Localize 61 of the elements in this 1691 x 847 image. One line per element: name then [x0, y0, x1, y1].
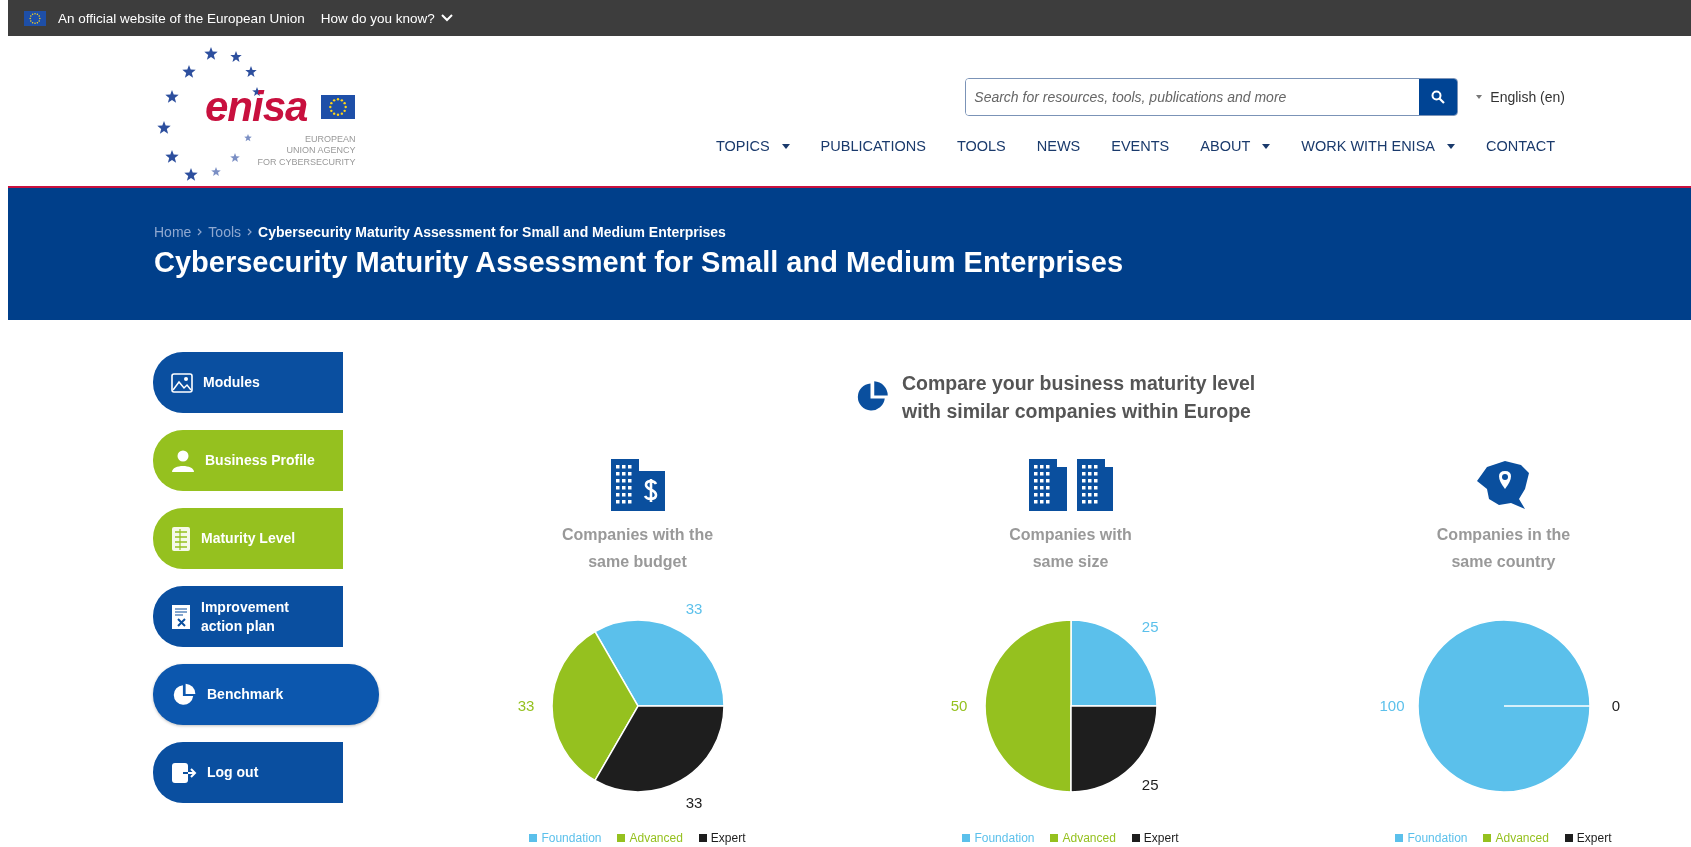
- chart-title: Companies with same size: [1008, 524, 1133, 572]
- eu-notice: An official website of the European Union: [58, 10, 305, 26]
- legend-item: Advanced: [617, 830, 683, 845]
- page-title: Cybersecurity Maturity Assessment for Small and Medium Enterprises: [154, 246, 1125, 279]
- legend-item: Expert: [1131, 830, 1179, 845]
- nav-link[interactable]: TOPICS: [715, 138, 790, 154]
- building-dollar-icon: [610, 458, 665, 511]
- value-label: 50: [950, 696, 967, 714]
- logo-tagline: UNION AGENCY: [286, 145, 356, 157]
- nav-link[interactable]: EVENTS: [1111, 138, 1170, 154]
- nav-link[interactable]: ABOUT: [1200, 138, 1271, 154]
- nav-link[interactable]: TOOLS: [956, 138, 1006, 154]
- nav-link[interactable]: NEWS: [1036, 138, 1081, 154]
- how-do-you-know-link[interactable]: How do you know?: [320, 10, 453, 26]
- chevron-icon: [197, 228, 203, 236]
- value-label: 0: [1611, 696, 1620, 714]
- caret-icon: [1476, 95, 1483, 99]
- breadcrumb-link[interactable]: Home: [154, 224, 192, 240]
- value-label: 100: [1379, 696, 1404, 714]
- legend-item: Expert: [1564, 830, 1612, 845]
- nav-link[interactable]: CONTACT: [1486, 138, 1555, 154]
- legend-item: Foundation: [529, 830, 602, 845]
- logo-wordmark: enisa: [205, 86, 308, 128]
- search-field[interactable]: Search for resources, tools, publications and more: [965, 78, 1459, 116]
- nav-link[interactable]: PUBLICATIONS: [820, 138, 926, 154]
- section-heading: Compare your business maturity level with similar companies within Europe: [902, 371, 1257, 425]
- logo-tagline: FOR CYBERSECURITY: [257, 156, 356, 168]
- sidebar-item[interactable]: Benchmark: [153, 664, 379, 725]
- search-button[interactable]: [1419, 79, 1458, 115]
- legend-item: Foundation: [1395, 830, 1468, 845]
- language-selector[interactable]: English (en): [1476, 89, 1565, 105]
- chart-title: Companies in the same country: [1435, 524, 1572, 572]
- breadcrumb-current: Cybersecurity Maturity Assessment for Small and Medium Enterprises: [258, 224, 726, 240]
- sidebar-item[interactable]: Modules: [153, 352, 343, 413]
- value-label: 25: [1141, 776, 1159, 794]
- value-label: 25: [1141, 617, 1159, 635]
- document-icon: [171, 603, 191, 630]
- legend-item: Advanced: [1483, 830, 1549, 845]
- nav-link[interactable]: WORK WITH ENISA: [1301, 138, 1455, 154]
- chevron-icon: [247, 228, 253, 236]
- chart-title: Companies with the same budget: [560, 524, 715, 572]
- person-icon: [171, 449, 195, 472]
- search-icon: [1431, 90, 1446, 104]
- value-label: 33: [685, 793, 702, 811]
- logo-tagline: EUROPEAN: [304, 134, 356, 146]
- legend-item: Expert: [698, 830, 746, 845]
- value-label: 33: [685, 599, 702, 617]
- image-icon: [171, 372, 193, 393]
- checklist-icon: [171, 525, 191, 552]
- pie-chart-icon: [171, 681, 197, 708]
- eu-flag-icon: [321, 95, 356, 119]
- legend-item: Foundation: [962, 830, 1035, 845]
- buildings-icon: [1028, 458, 1113, 511]
- sidebar-item[interactable]: Log out: [153, 742, 343, 803]
- sidebar-item[interactable]: Improvement action plan: [153, 586, 343, 647]
- eu-flag-icon: [24, 10, 46, 26]
- breadcrumb-link[interactable]: Tools: [208, 224, 242, 240]
- logout-icon: [171, 761, 197, 784]
- legend-item: Advanced: [1050, 830, 1116, 845]
- value-label: 33: [517, 696, 534, 714]
- chevron-down-icon: [440, 14, 453, 22]
